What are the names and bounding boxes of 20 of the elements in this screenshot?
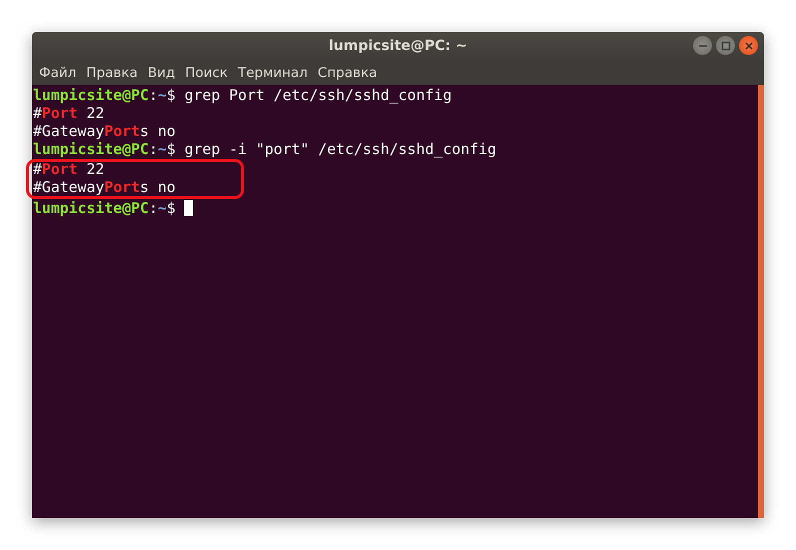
close-icon: [744, 40, 754, 50]
maximize-button[interactable]: [716, 36, 735, 55]
menu-item[interactable]: Поиск: [180, 64, 233, 80]
menu-item[interactable]: Файл: [34, 64, 82, 80]
terminal-line: #Port 22: [33, 105, 106, 123]
window-title: lumpicsite@PC: ~: [328, 38, 468, 54]
menu-item[interactable]: Правка: [81, 64, 143, 80]
menu-item[interactable]: Вид: [142, 64, 180, 80]
minimize-button[interactable]: [693, 36, 712, 55]
close-button[interactable]: [739, 36, 758, 55]
menu-item[interactable]: Терминал: [232, 64, 313, 80]
maximize-icon: [720, 40, 730, 50]
terminal-line: #GatewayPorts no: [33, 123, 177, 141]
scrollbar[interactable]: [758, 85, 764, 518]
terminal-line: lumpicsite@PC:~$: [33, 200, 758, 218]
terminal-line: #Port 22: [33, 161, 106, 179]
terminal-line: lumpicsite@PC:~$ grep Port /etc/ssh/sshd_config: [33, 87, 453, 105]
menu-item[interactable]: Справка: [312, 64, 382, 80]
terminal-line: lumpicsite@PC:~$ grep -i "port" /etc/ssh/sshd_config: [33, 141, 498, 159]
terminal-line: #GatewayPorts no: [33, 179, 177, 197]
